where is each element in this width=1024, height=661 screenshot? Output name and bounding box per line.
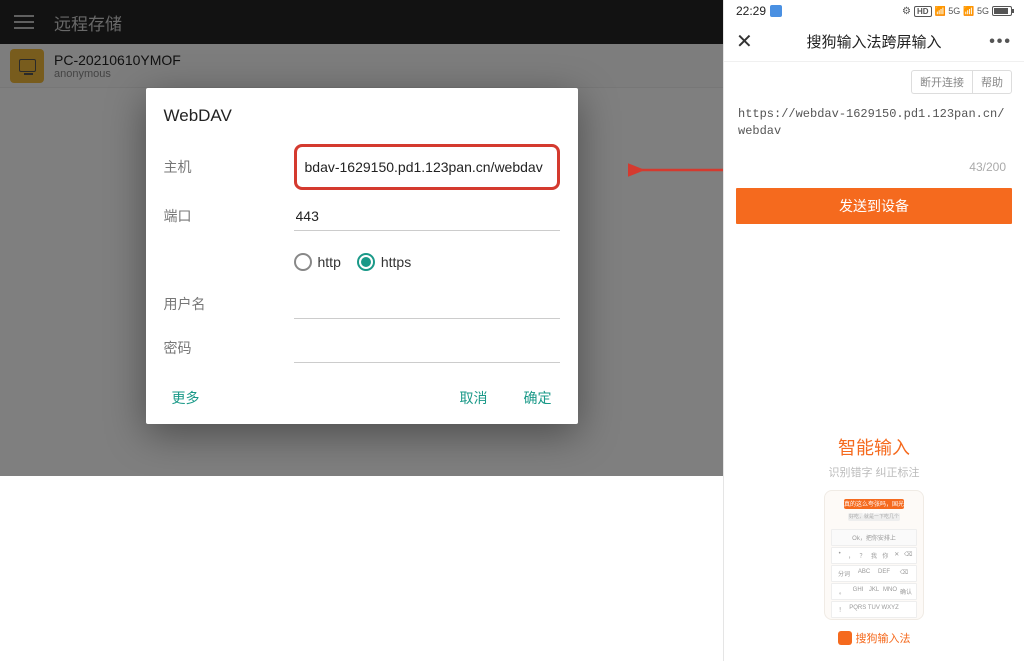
webdav-dialog: WebDAV 主机 端口 http xyxy=(146,88,578,424)
port-input[interactable] xyxy=(294,202,560,231)
more-icon[interactable]: ••• xyxy=(989,33,1012,51)
http-radio-label: http xyxy=(318,254,341,270)
user-input[interactable] xyxy=(294,290,560,319)
cancel-button[interactable]: 取消 xyxy=(452,384,496,412)
http-radio[interactable] xyxy=(294,253,312,271)
host-label: 主机 xyxy=(164,157,294,177)
confirm-button[interactable]: 确定 xyxy=(516,384,560,412)
port-label: 端口 xyxy=(164,206,294,226)
status-time: 22:29 xyxy=(736,4,766,18)
disconnect-button[interactable]: 断开连接 xyxy=(911,70,972,94)
https-radio-label: https xyxy=(381,254,411,270)
send-button[interactable]: 发送到设备 xyxy=(736,188,1012,224)
modal-overlay: WebDAV 主机 端口 http xyxy=(0,0,723,476)
pass-label: 密码 xyxy=(164,338,294,358)
promo-subtitle: 识别错字 纠正标注 xyxy=(828,464,919,480)
char-count: 43/200 xyxy=(724,148,1024,182)
sogou-logo-icon xyxy=(838,631,852,645)
status-icons: ⚙ HD 📶 5G 📶 5G xyxy=(902,6,1012,17)
https-radio[interactable] xyxy=(357,253,375,271)
host-input[interactable] xyxy=(303,153,551,181)
status-bar: 22:29 ⚙ HD 📶 5G 📶 5G xyxy=(724,0,1024,22)
promo-phone-graphic: 真的这么夸张吗，国光好吃吗？ 好吃，就是一下吃几个 Ok，把你安排上 •，？我你… xyxy=(824,490,924,620)
promo-title: 智能输入 xyxy=(838,434,910,460)
phone-header: ✕ 搜狗输入法跨屏输入 ••• xyxy=(724,22,1024,62)
promo-footer: 搜狗输入法 xyxy=(838,630,911,646)
status-badge-icon xyxy=(770,5,782,17)
user-label: 用户名 xyxy=(164,294,294,314)
dialog-title: WebDAV xyxy=(164,106,560,126)
help-button[interactable]: 帮助 xyxy=(972,70,1012,94)
phone-title: 搜狗输入法跨屏输入 xyxy=(806,31,941,52)
pass-input[interactable] xyxy=(294,334,560,363)
promo-footer-text: 搜狗输入法 xyxy=(856,630,911,646)
promo-area: 智能输入 识别错字 纠正标注 真的这么夸张吗，国光好吃吗？ 好吃，就是一下吃几个… xyxy=(724,424,1024,656)
more-button[interactable]: 更多 xyxy=(164,384,208,412)
host-input-highlight xyxy=(294,144,560,190)
close-icon[interactable]: ✕ xyxy=(736,29,753,54)
url-display[interactable]: https://webdav-1629150.pd1.123pan.cn/web… xyxy=(724,102,1024,148)
